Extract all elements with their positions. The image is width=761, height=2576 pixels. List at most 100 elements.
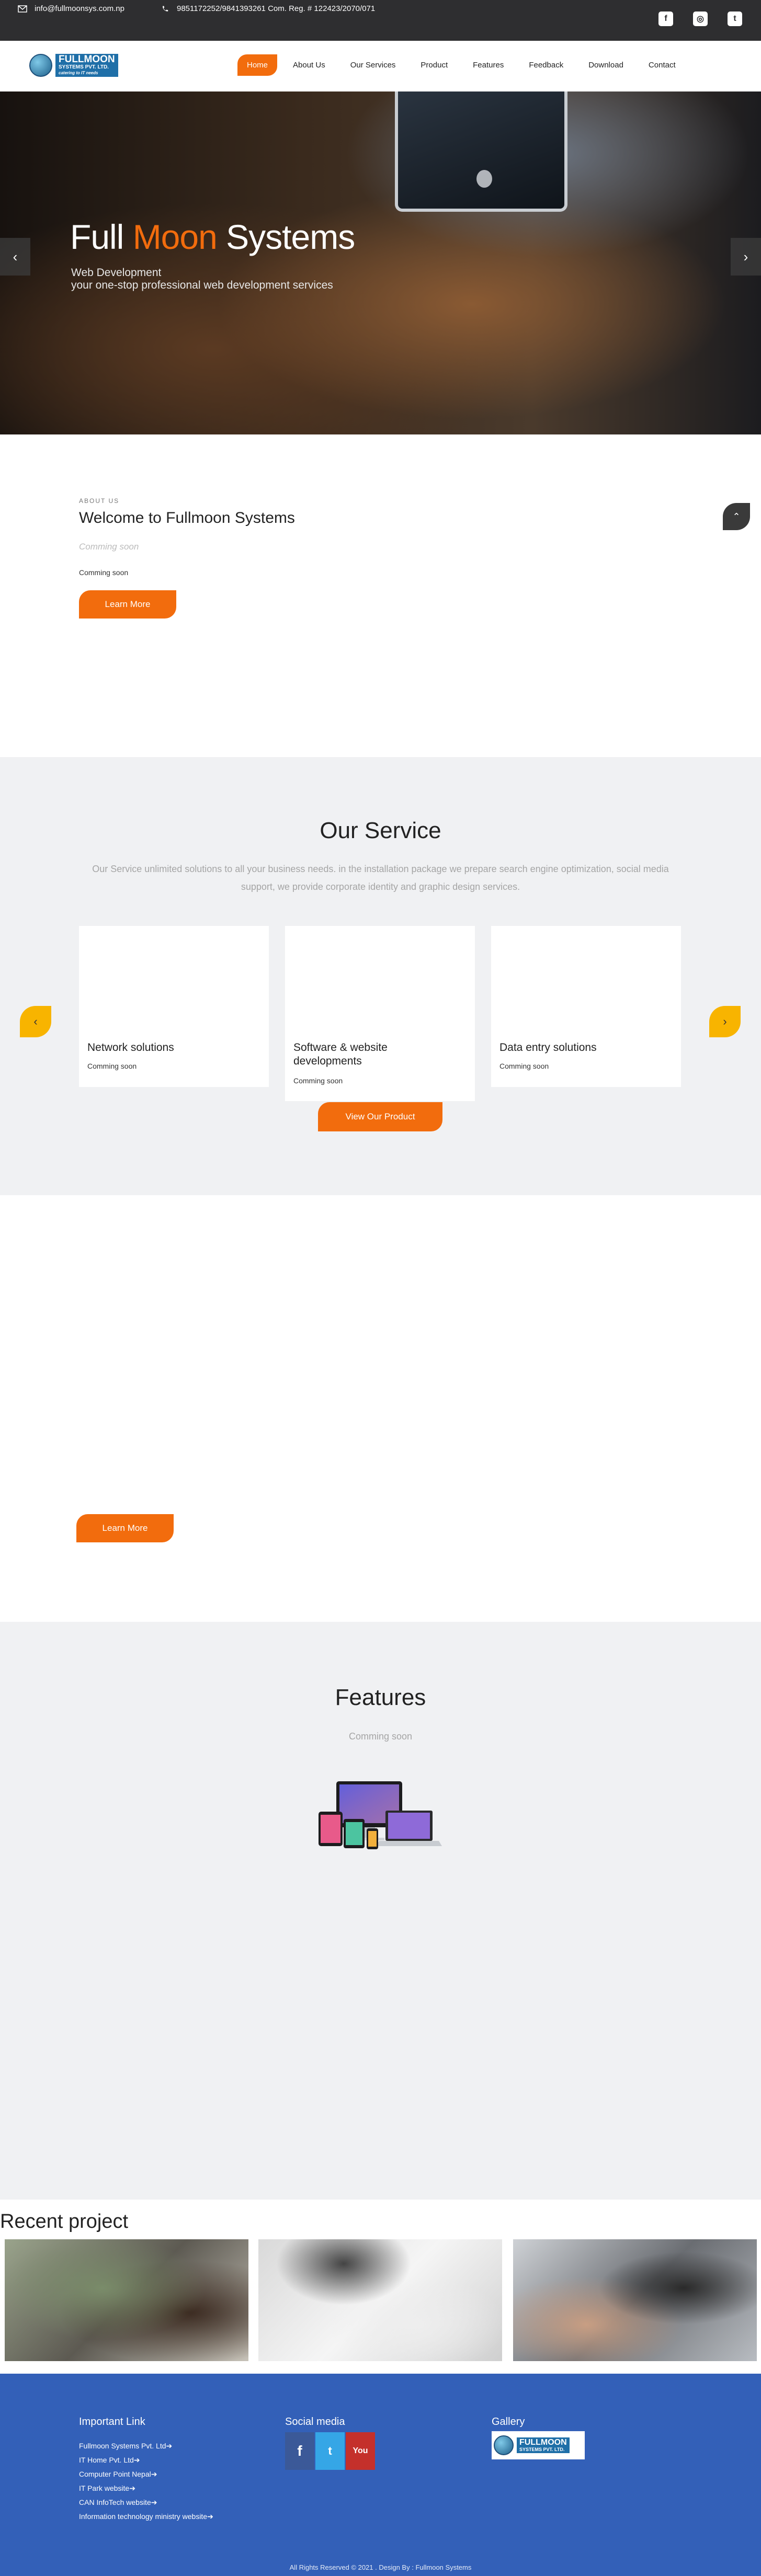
- twitter-icon[interactable]: t: [315, 2432, 345, 2470]
- nav-home[interactable]: Home: [237, 54, 278, 76]
- footer-link[interactable]: Fullmoon Systems Pvt. Ltd➔: [79, 2439, 213, 2453]
- features-subtitle: Comming soon: [348, 1731, 413, 1742]
- service-card-software[interactable]: Software & website developments Comming …: [285, 926, 475, 1101]
- service-card-text: Comming soon: [293, 1077, 343, 1085]
- footer-link-label: Fullmoon Systems Pvt. Ltd: [79, 2442, 166, 2450]
- nav-download[interactable]: Download: [579, 54, 633, 76]
- arrow-icon: ➔: [207, 2512, 213, 2521]
- globe-icon: [494, 2435, 514, 2455]
- hero-prev-arrow[interactable]: ‹: [0, 238, 30, 276]
- logo-text: FULLMOON SYSTEMS PVT. LTD. catering to I…: [55, 54, 118, 77]
- about-title: Welcome to Fullmoon Systems: [79, 509, 295, 526]
- gallery-logo-line2: SYSTEMS PVT. LTD.: [519, 2447, 565, 2452]
- service-card-text: Comming soon: [499, 1062, 549, 1070]
- gallery-logo[interactable]: FULLMOON SYSTEMS PVT. LTD.: [492, 2431, 585, 2459]
- footer-link-label: IT Park website: [79, 2484, 130, 2492]
- globe-icon: [29, 54, 52, 77]
- footer-copyright: All Rights Reserved © 2021 . Design By :…: [289, 2563, 472, 2571]
- hero-subtitle-line1: Web Development: [71, 267, 162, 279]
- hero-image-monitor: [395, 91, 567, 212]
- devices-illustration: [319, 1781, 442, 1849]
- logo-line2: SYSTEMS PVT. LTD.: [59, 64, 109, 70]
- footer-link-label: CAN InfoTech website: [79, 2498, 151, 2506]
- footer-link-label: Computer Point Nepal: [79, 2470, 151, 2478]
- features-section: Features Comming soon: [0, 1622, 761, 2200]
- service-card-title: Software & website developments: [293, 1041, 388, 1067]
- footer-link[interactable]: IT Home Pvt. Ltd➔: [79, 2453, 213, 2467]
- services-prev-arrow[interactable]: ‹: [20, 1006, 51, 1037]
- arrow-icon: ➔: [151, 2470, 157, 2478]
- top-bar: info@fullmoonsys.com.np 9851172252/98413…: [0, 0, 761, 41]
- gallery-logo-text: FULLMOON SYSTEMS PVT. LTD.: [517, 2437, 570, 2453]
- phone-icon: [163, 6, 168, 12]
- facebook-icon[interactable]: f: [658, 12, 673, 26]
- footer-gallery-title: Gallery: [492, 2416, 525, 2428]
- scroll-top-button[interactable]: ⌃: [723, 503, 750, 530]
- hero-title: Full Moon Systems: [70, 217, 355, 257]
- about-learn-more-button[interactable]: Learn More: [79, 590, 176, 619]
- arrow-icon: ➔: [151, 2498, 157, 2506]
- email-text[interactable]: info@fullmoonsys.com.np: [35, 4, 124, 13]
- arrow-icon: ➔: [166, 2442, 173, 2450]
- service-card-title: Data entry solutions: [499, 1041, 597, 1054]
- hero-title-full: Full: [70, 217, 124, 256]
- nav-our-services[interactable]: Our Services: [341, 54, 405, 76]
- view-our-product-button[interactable]: View Our Product: [318, 1102, 442, 1131]
- recent-project-title: Recent project: [0, 2211, 129, 2232]
- footer: Important Link Fullmoon Systems Pvt. Ltd…: [0, 2374, 761, 2576]
- footer-social-title: Social media: [285, 2416, 345, 2428]
- service-card-data-entry[interactable]: Data entry solutions Comming soon: [491, 926, 681, 1087]
- envelope-icon: [18, 5, 27, 13]
- phone-text: 9851172252/9841393261 Com. Reg. # 122423…: [177, 4, 376, 13]
- logo-line1: FULLMOON: [59, 54, 115, 65]
- about-text: Comming soon: [79, 568, 129, 577]
- services-section: Our Service Our Service unlimited soluti…: [0, 757, 761, 1195]
- features-title: Features: [335, 1685, 426, 1710]
- footer-link[interactable]: Information technology ministry website➔: [79, 2510, 213, 2524]
- youtube-icon[interactable]: You: [346, 2432, 375, 2470]
- footer-links: Fullmoon Systems Pvt. Ltd➔ IT Home Pvt. …: [79, 2439, 213, 2524]
- hero-next-arrow[interactable]: ›: [731, 238, 761, 276]
- service-card-network[interactable]: Network solutions Comming soon: [79, 926, 269, 1087]
- phone-contact: 9851172252/9841393261 Com. Reg. # 122423…: [160, 4, 375, 13]
- footer-link[interactable]: IT Park website➔: [79, 2481, 213, 2495]
- main-navbar: FULLMOON SYSTEMS PVT. LTD. catering to I…: [0, 41, 761, 91]
- nav-menu: Home About Us Our Services Product Featu…: [237, 54, 685, 76]
- about-kicker: ABOUT US: [79, 497, 120, 505]
- services-title: Our Service: [320, 818, 441, 843]
- facebook-icon[interactable]: f: [285, 2432, 314, 2470]
- service-card-title: Network solutions: [87, 1041, 174, 1054]
- footer-link[interactable]: CAN InfoTech website➔: [79, 2495, 213, 2510]
- arrow-icon: ➔: [129, 2484, 135, 2492]
- logo-tagline: catering to IT needs: [59, 71, 98, 75]
- top-social-links: f ◎ t: [658, 12, 742, 26]
- project-image-2[interactable]: [258, 2239, 502, 2361]
- blank-section: Learn More: [0, 1195, 761, 1622]
- services-next-arrow[interactable]: ›: [709, 1006, 741, 1037]
- recent-project-section: Recent project: [0, 2200, 761, 2374]
- footer-link[interactable]: Computer Point Nepal➔: [79, 2467, 213, 2481]
- service-card-text: Comming soon: [87, 1062, 137, 1070]
- project-image-3[interactable]: [513, 2239, 757, 2361]
- hero-title-moon: Moon: [132, 217, 218, 256]
- twitter-icon[interactable]: t: [728, 12, 742, 26]
- nav-features[interactable]: Features: [463, 54, 513, 76]
- services-description: Our Service unlimited solutions to all y…: [92, 864, 669, 892]
- site-logo[interactable]: FULLMOON SYSTEMS PVT. LTD. catering to I…: [29, 51, 122, 79]
- hero-subtitle-line2: your one-stop professional web developme…: [71, 279, 333, 291]
- hero-title-systems: Systems: [226, 217, 355, 256]
- footer-link-label: Information technology ministry website: [79, 2512, 208, 2521]
- nav-product[interactable]: Product: [411, 54, 457, 76]
- nav-about-us[interactable]: About Us: [283, 54, 335, 76]
- arrow-icon: ➔: [133, 2456, 140, 2464]
- hero-slider: Full Moon Systems Web Development your o…: [0, 91, 761, 434]
- about-italic-text: Comming soon: [79, 542, 139, 552]
- email-contact[interactable]: info@fullmoonsys.com.np: [18, 4, 124, 13]
- project-image-1[interactable]: [5, 2239, 248, 2361]
- gallery-logo-line1: FULLMOON: [519, 2438, 567, 2447]
- instagram-icon[interactable]: ◎: [693, 12, 708, 26]
- footer-links-title: Important Link: [79, 2416, 145, 2428]
- blank-learn-more-button[interactable]: Learn More: [76, 1514, 174, 1542]
- nav-contact[interactable]: Contact: [639, 54, 685, 76]
- nav-feedback[interactable]: Feedback: [519, 54, 573, 76]
